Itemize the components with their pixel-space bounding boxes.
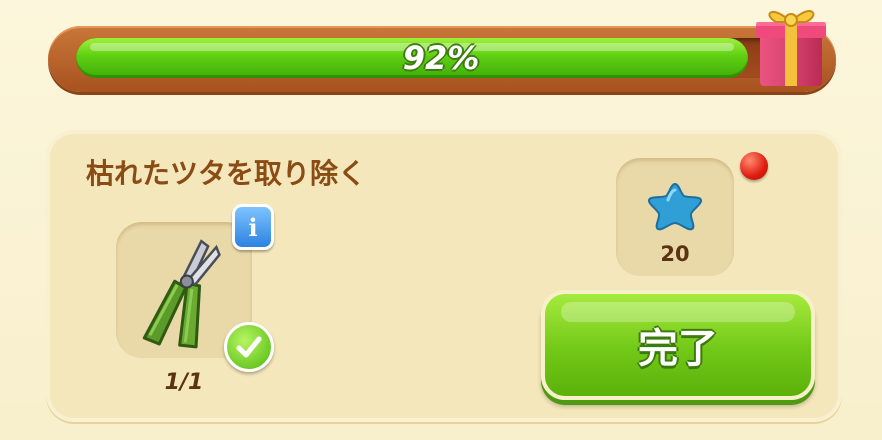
gift-box-icon[interactable] (752, 0, 832, 92)
progress-track: 92% (76, 38, 806, 78)
tool-count: 1/1 (164, 370, 204, 395)
task-title: 枯れたツタを取り除く (86, 157, 367, 190)
info-button[interactable]: i (232, 204, 274, 250)
reward-slot: 20 (616, 158, 734, 276)
checkmark-icon (224, 322, 274, 372)
progress-label: 92% (402, 39, 480, 77)
complete-button-label: 完了 (638, 326, 718, 372)
progress-bar-frame: 92% (48, 26, 836, 92)
task-panel: 枯れたツタを取り除く i 1/1 20 完了 (46, 130, 842, 422)
complete-button[interactable]: 完了 (541, 290, 815, 400)
blue-star-icon (647, 182, 703, 231)
reward-amount: 20 (660, 242, 690, 266)
notification-dot (740, 152, 768, 180)
